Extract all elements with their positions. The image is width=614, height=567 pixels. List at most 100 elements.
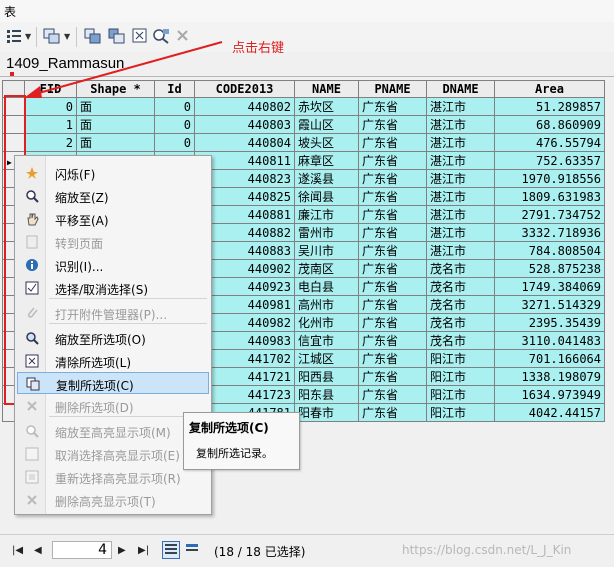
table-cell[interactable]: 0 — [154, 115, 195, 134]
menu-item[interactable]: 缩放至所选项(O) — [17, 327, 209, 349]
table-cell[interactable]: 遂溪县 — [294, 169, 359, 188]
next-record-icon[interactable]: ▶ — [118, 545, 126, 556]
table-cell[interactable]: 高州市 — [294, 295, 359, 314]
table-cell[interactable]: 茂南区 — [294, 259, 359, 278]
table-cell[interactable]: 1970.918556 — [494, 169, 605, 188]
table-cell[interactable]: 3271.514329 — [494, 295, 605, 314]
first-record-icon[interactable]: |◀ — [12, 545, 23, 556]
table-cell[interactable]: 784.808504 — [494, 241, 605, 260]
delete-selected-icon[interactable] — [176, 28, 190, 44]
table-cell[interactable]: 茂名市 — [426, 295, 495, 314]
table-cell[interactable]: 麻章区 — [294, 151, 359, 170]
table-cell[interactable]: 528.875238 — [494, 259, 605, 278]
related-tables-icon[interactable] — [43, 28, 61, 44]
menu-item[interactable]: 闪烁(F) — [17, 162, 209, 184]
table-cell[interactable]: 湛江市 — [426, 151, 495, 170]
table-cell[interactable]: 湛江市 — [426, 205, 495, 224]
table-cell[interactable]: 湛江市 — [426, 133, 495, 152]
layer-tab[interactable]: 1409_Rammasun — [0, 52, 614, 77]
table-cell[interactable]: 广东省 — [358, 97, 427, 116]
column-header[interactable]: CODE2013 — [194, 80, 295, 98]
menu-item[interactable]: 选择/取消选择(S) — [17, 277, 209, 299]
table-cell[interactable]: 坡头区 — [294, 133, 359, 152]
chevron-down-icon[interactable]: ▼ — [64, 32, 70, 41]
select-by-attributes-icon[interactable] — [84, 28, 102, 44]
table-row[interactable]: 2 面 0 440804 坡头区 广东省 湛江市 476.55794 — [2, 133, 605, 152]
table-cell[interactable]: 信宜市 — [294, 331, 359, 350]
table-cell[interactable]: 廉江市 — [294, 205, 359, 224]
table-cell[interactable]: 面 — [76, 97, 155, 116]
menu-item[interactable]: 复制所选项(C) — [17, 372, 209, 394]
table-cell[interactable]: 68.860909 — [494, 115, 605, 134]
table-cell[interactable]: 1809.631983 — [494, 187, 605, 206]
zoom-to-selected-icon[interactable] — [152, 28, 170, 44]
table-cell[interactable]: 440802 — [194, 97, 295, 116]
table-cell[interactable]: 2791.734752 — [494, 205, 605, 224]
column-header[interactable]: Area — [494, 80, 605, 98]
table-cell[interactable]: 茂名市 — [426, 277, 495, 296]
menu-item[interactable]: 识别(I)... — [17, 254, 209, 276]
show-all-records-icon[interactable] — [162, 541, 180, 559]
table-cell[interactable]: 茂名市 — [426, 331, 495, 350]
table-cell[interactable]: 广东省 — [358, 331, 427, 350]
table-cell[interactable]: 476.55794 — [494, 133, 605, 152]
table-cell[interactable]: 广东省 — [358, 313, 427, 332]
current-record-input[interactable]: 4 — [52, 541, 112, 559]
chevron-down-icon[interactable]: ▼ — [25, 32, 31, 41]
table-cell[interactable]: 化州市 — [294, 313, 359, 332]
table-cell[interactable]: 广东省 — [358, 349, 427, 368]
column-header[interactable]: PNAME — [358, 80, 427, 98]
table-cell[interactable]: 阳江市 — [426, 403, 495, 422]
table-cell[interactable]: 0 — [24, 97, 77, 116]
table-cell[interactable]: 广东省 — [358, 187, 427, 206]
table-cell[interactable]: 茂名市 — [426, 313, 495, 332]
table-cell[interactable]: 广东省 — [358, 133, 427, 152]
table-cell[interactable]: 阳西县 — [294, 367, 359, 386]
table-cell[interactable]: 霞山区 — [294, 115, 359, 134]
table-cell[interactable]: 0 — [154, 97, 195, 116]
table-cell[interactable]: 广东省 — [358, 115, 427, 134]
table-cell[interactable]: 2395.35439 — [494, 313, 605, 332]
table-cell[interactable]: 752.63357 — [494, 151, 605, 170]
table-cell[interactable]: 广东省 — [358, 151, 427, 170]
table-cell[interactable]: 江城区 — [294, 349, 359, 368]
table-cell[interactable]: 51.289857 — [494, 97, 605, 116]
switch-selection-icon[interactable] — [108, 28, 126, 44]
table-cell[interactable]: 4042.44157 — [494, 403, 605, 422]
table-cell[interactable]: 3110.041483 — [494, 331, 605, 350]
table-cell[interactable]: 面 — [76, 115, 155, 134]
table-options-icon[interactable] — [6, 28, 22, 44]
column-header[interactable]: Shape * — [76, 80, 155, 98]
table-cell[interactable]: 1338.198079 — [494, 367, 605, 386]
column-header[interactable]: Id — [154, 80, 195, 98]
table-cell[interactable]: 2 — [24, 133, 77, 152]
column-header[interactable]: NAME — [294, 80, 359, 98]
table-cell[interactable]: 电白县 — [294, 277, 359, 296]
table-cell[interactable]: 广东省 — [358, 277, 427, 296]
table-cell[interactable]: 阳东县 — [294, 385, 359, 404]
table-cell[interactable]: 广东省 — [358, 205, 427, 224]
table-cell[interactable]: 湛江市 — [426, 169, 495, 188]
table-cell[interactable]: 广东省 — [358, 241, 427, 260]
table-cell[interactable]: 0 — [154, 133, 195, 152]
table-cell[interactable]: 广东省 — [358, 385, 427, 404]
table-cell[interactable]: 湛江市 — [426, 223, 495, 242]
table-cell[interactable]: 440804 — [194, 133, 295, 152]
table-cell[interactable]: 阳江市 — [426, 349, 495, 368]
table-row[interactable]: 1 面 0 440803 霞山区 广东省 湛江市 68.860909 — [2, 115, 605, 134]
table-cell[interactable]: 3332.718936 — [494, 223, 605, 242]
table-cell[interactable]: 湛江市 — [426, 97, 495, 116]
last-record-icon[interactable]: ▶| — [138, 545, 149, 556]
table-cell[interactable]: 雷州市 — [294, 223, 359, 242]
table-cell[interactable]: 701.166064 — [494, 349, 605, 368]
table-cell[interactable]: 徐闻县 — [294, 187, 359, 206]
table-cell[interactable]: 湛江市 — [426, 241, 495, 260]
table-cell[interactable]: 广东省 — [358, 403, 427, 422]
menu-item[interactable]: 清除所选项(L) — [17, 350, 209, 372]
clear-selection-icon[interactable] — [132, 28, 148, 44]
table-cell[interactable]: 广东省 — [358, 223, 427, 242]
table-cell[interactable]: 湛江市 — [426, 187, 495, 206]
menu-item[interactable]: 平移至(A) — [17, 208, 209, 230]
table-cell[interactable]: 1 — [24, 115, 77, 134]
column-header[interactable]: DNAME — [426, 80, 495, 98]
